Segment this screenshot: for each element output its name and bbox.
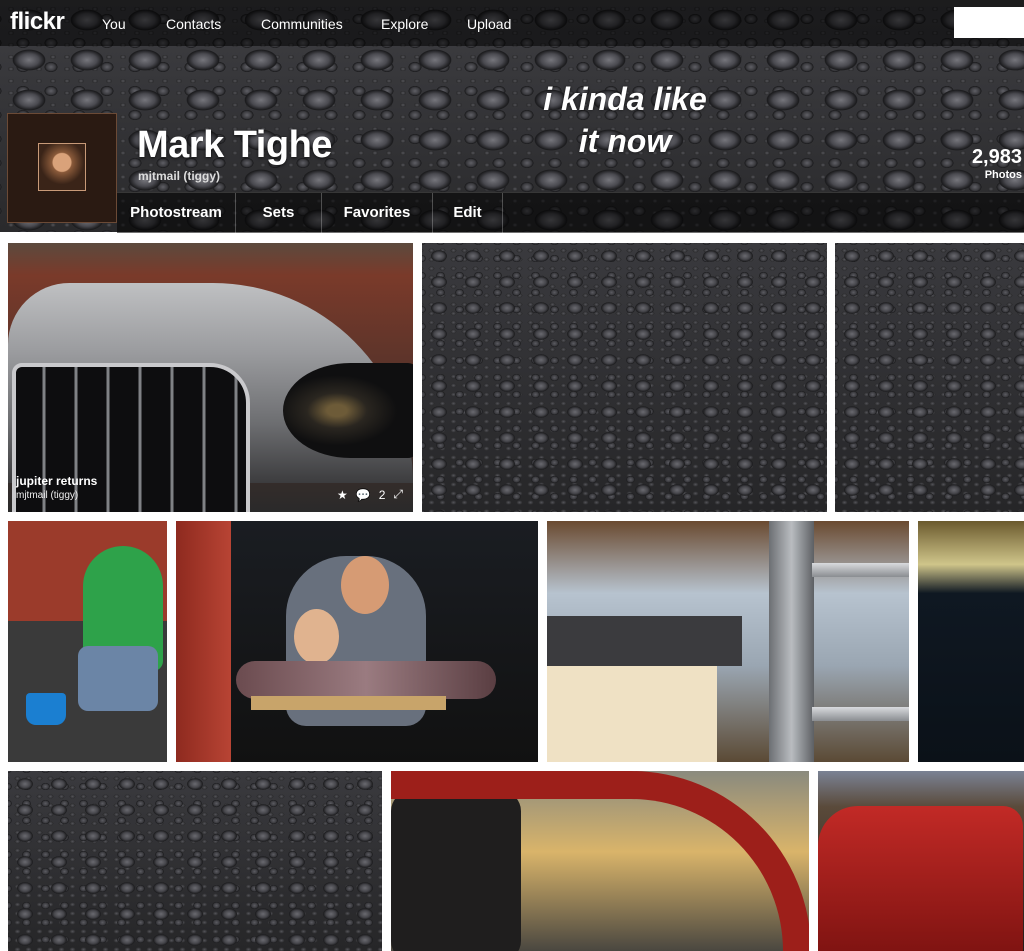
photo-detail (341, 556, 389, 614)
profile-handle: mjtmail (tiggy) (138, 169, 221, 183)
nav-contacts[interactable]: Contacts (166, 16, 221, 32)
photos-count-label: Photos (984, 169, 1022, 181)
star-icon[interactable]: ★ (337, 488, 348, 502)
nav-you[interactable]: You (102, 16, 126, 32)
search-input[interactable] (954, 7, 1024, 38)
photo-detail (294, 609, 339, 664)
tab-favorites[interactable]: Favorites (322, 193, 433, 233)
photo-detail (812, 563, 909, 577)
photo-tile[interactable] (918, 521, 1024, 762)
photo-tile[interactable] (8, 771, 382, 951)
photo-tile[interactable] (391, 771, 809, 951)
cover-text-line-2: it now (578, 123, 672, 159)
photo-tile[interactable] (8, 521, 167, 762)
cover-overlay-text: i kinda like it now (520, 78, 730, 162)
photo-detail (818, 806, 1023, 951)
photo-detail (547, 666, 717, 762)
tab-sets[interactable]: Sets (236, 193, 322, 233)
photo-detail (769, 521, 814, 762)
photo-detail (812, 707, 909, 721)
comment-icon[interactable]: 💬 (356, 488, 371, 502)
photo-tile[interactable] (818, 771, 1024, 951)
photo-detail (176, 521, 231, 762)
nav-communities[interactable]: Communities (261, 16, 343, 32)
photo-detail (547, 616, 742, 666)
car-headlight (283, 363, 413, 458)
profile-subnav: Photostream Sets Favorites Edit (117, 192, 1024, 233)
photo-tile[interactable] (176, 521, 538, 762)
flickr-logo[interactable]: flickr (10, 8, 65, 36)
nav-upload[interactable]: Upload (467, 16, 511, 32)
profile-avatar-frame[interactable] (7, 113, 117, 223)
photo-tile[interactable] (422, 243, 827, 512)
photo-detail (26, 693, 66, 725)
photo-detail (251, 696, 446, 710)
photo-detail (391, 771, 809, 951)
photo-owner[interactable]: mjtmail (tiggy) (16, 490, 78, 501)
photo-detail (236, 661, 496, 699)
cover-text-line-1: i kinda like (543, 81, 707, 117)
top-navigation-bar: flickr You Contacts Communities Explore … (0, 0, 1024, 46)
avatar[interactable] (38, 143, 86, 191)
photo-tile[interactable]: jupiter returns mjtmail (tiggy) ★ 💬 2 ⤢ (8, 243, 413, 512)
tab-edit[interactable]: Edit (433, 193, 503, 233)
photo-title[interactable]: jupiter returns (16, 474, 97, 488)
tab-photostream[interactable]: Photostream (117, 193, 236, 233)
profile-name[interactable]: Mark Tighe (137, 124, 332, 167)
expand-icon[interactable]: ⤢ (393, 487, 403, 502)
nav-explore[interactable]: Explore (381, 16, 428, 32)
photos-count[interactable]: 2,983 (972, 146, 1022, 169)
photo-tile[interactable] (835, 243, 1024, 512)
photo-detail (78, 646, 158, 711)
comment-count: 2 (378, 487, 386, 502)
photo-actions: ★ 💬 2 ⤢ (337, 487, 403, 502)
photo-tile[interactable] (547, 521, 909, 762)
